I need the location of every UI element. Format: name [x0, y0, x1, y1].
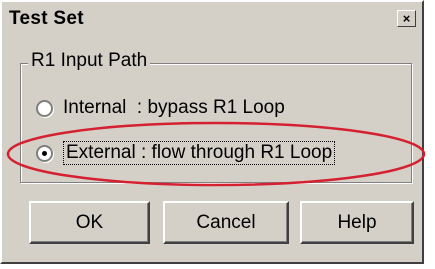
group-label: R1 Input Path: [28, 50, 151, 72]
radio-internal[interactable]: Internal : bypass R1 Loop: [36, 95, 285, 121]
radio-internal-circle[interactable]: [36, 99, 53, 117]
dialog-title: Test Set: [9, 8, 84, 29]
radio-external-label[interactable]: External : flow through R1 Loop: [63, 141, 336, 165]
radio-external-circle[interactable]: [36, 144, 53, 162]
close-button[interactable]: ×: [397, 10, 416, 27]
ok-button[interactable]: OK: [29, 201, 150, 244]
radio-external[interactable]: External : flow through R1 Loop: [36, 140, 336, 166]
radio-internal-label[interactable]: Internal : bypass R1 Loop: [63, 97, 285, 119]
cancel-button[interactable]: Cancel: [163, 201, 289, 244]
radio-selected-dot: [42, 150, 47, 156]
title-bar[interactable]: Test Set ×: [4, 4, 420, 34]
close-icon: ×: [402, 11, 411, 26]
help-button[interactable]: Help: [300, 201, 414, 244]
